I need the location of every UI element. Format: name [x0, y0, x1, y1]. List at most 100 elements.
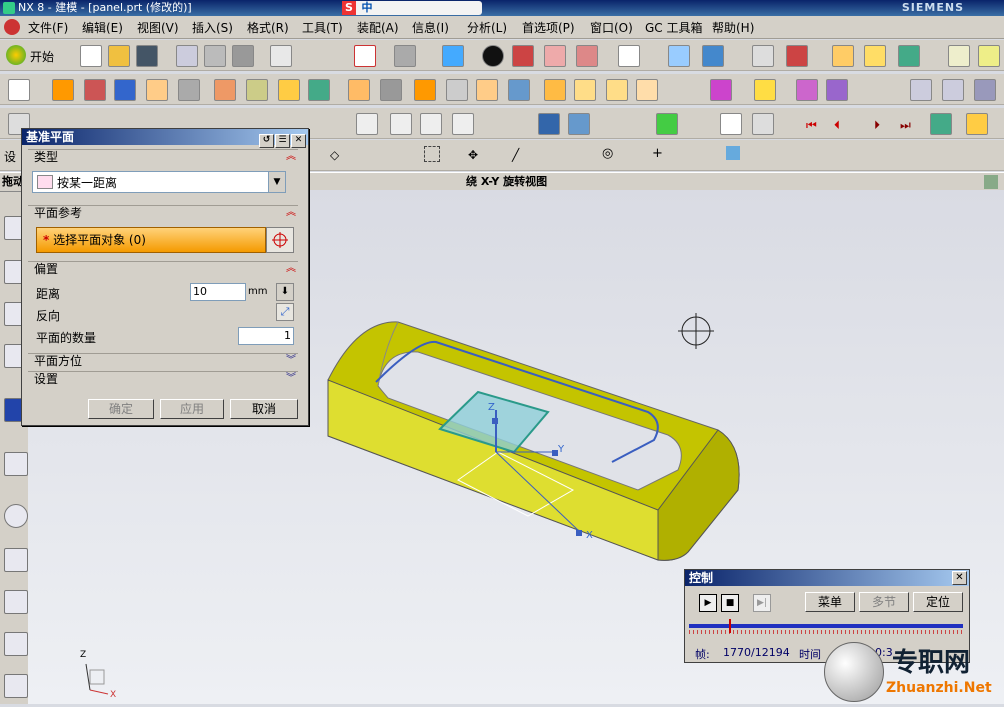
wireframe-icon[interactable]: [544, 45, 566, 67]
table-icon[interactable]: [720, 113, 742, 135]
ime-toolbar[interactable]: S 中: [342, 1, 482, 15]
snap-plus-icon[interactable]: +: [652, 146, 663, 161]
snap-end-icon[interactable]: ╱: [512, 148, 519, 162]
spring-icon[interactable]: [568, 113, 590, 135]
background-icon[interactable]: [618, 45, 640, 67]
settings-expand-chevron-icon[interactable]: ︾: [286, 372, 296, 386]
menu-preferences[interactable]: 首选项(P): [522, 19, 575, 36]
menu-tools[interactable]: 工具(T): [302, 19, 343, 36]
undo-icon[interactable]: [270, 45, 292, 67]
play-button-icon[interactable]: ▶: [699, 594, 717, 612]
ime-mode[interactable]: 中: [362, 1, 373, 14]
gs-icon[interactable]: [356, 113, 378, 135]
settings-section[interactable]: 设置 ︾: [28, 371, 298, 386]
datum-plane-icon[interactable]: [754, 79, 776, 101]
web-browser-icon[interactable]: [4, 452, 28, 476]
menu-window[interactable]: 窗口(O): [590, 19, 633, 36]
start-icon[interactable]: [6, 45, 26, 65]
dialog-reset-icon[interactable]: ↺: [259, 134, 274, 148]
menu-format[interactable]: 格式(R): [247, 19, 289, 36]
distance-menu-icon[interactable]: ⬇: [276, 283, 294, 301]
sketch-icon[interactable]: [8, 79, 30, 101]
type-dropdown[interactable]: 按某一距离 ▼: [32, 171, 286, 193]
chevron-down-icon[interactable]: ▼: [268, 172, 285, 192]
roles-icon[interactable]: [4, 674, 28, 698]
menu-nx-icon[interactable]: [4, 19, 20, 35]
axis-icon[interactable]: [752, 113, 774, 135]
timeline-marker[interactable]: [729, 619, 731, 633]
snap-circle-icon[interactable]: ◎: [602, 146, 613, 161]
draft-icon[interactable]: [414, 79, 436, 101]
menu-insert[interactable]: 插入(S): [192, 19, 233, 36]
unite-icon[interactable]: [308, 79, 330, 101]
chamfer-icon[interactable]: [348, 79, 370, 101]
move-icon[interactable]: [702, 45, 724, 67]
apply-button[interactable]: 应用: [160, 399, 224, 419]
cancel-button[interactable]: 取消: [230, 399, 298, 419]
section-icon[interactable]: [512, 45, 534, 67]
datum-plane-dialog[interactable]: 基准平面 ↺ ☰ ✕ 类型 ︽ 按某一距离 ▼ 平面参考 ︽ * 选择平面对象 (0) …: [21, 128, 309, 426]
surface-icon[interactable]: [910, 79, 932, 101]
snap-icon[interactable]: ◇: [330, 148, 339, 162]
new-file-icon[interactable]: [80, 45, 102, 67]
orient-icon[interactable]: [668, 45, 690, 67]
through-curves-icon[interactable]: [574, 79, 596, 101]
point-icon[interactable]: [710, 79, 732, 101]
control-title-bar[interactable]: 控制 ✕: [685, 570, 969, 586]
angle-icon[interactable]: [978, 45, 1000, 67]
locate-button[interactable]: 定位: [913, 592, 963, 612]
render-style-icon[interactable]: [394, 45, 416, 67]
clip-icon[interactable]: [576, 45, 598, 67]
dialog-collapse-icon[interactable]: ☰: [275, 134, 290, 148]
rewind-icon[interactable]: ⏮: [806, 118, 817, 133]
fast-forward-icon[interactable]: ⏭: [900, 118, 911, 133]
ruler-icon[interactable]: [948, 45, 970, 67]
ok-button[interactable]: 确定: [88, 399, 154, 419]
menu-file[interactable]: 文件(F): [28, 19, 68, 36]
edge-blend-icon[interactable]: [380, 79, 402, 101]
os-icon[interactable]: [390, 113, 412, 135]
plane-selector-button[interactable]: [266, 227, 294, 253]
oh-icon[interactable]: [452, 113, 474, 135]
snap-cube-icon[interactable]: [726, 146, 740, 160]
wcs-icon[interactable]: [786, 45, 808, 67]
select-plane-object[interactable]: * 选择平面对象 (0): [36, 227, 266, 253]
offset-face-icon[interactable]: [476, 79, 498, 101]
cylinder-db-icon[interactable]: [538, 113, 560, 135]
stop-button-icon[interactable]: ■: [721, 594, 739, 612]
cylinder-icon[interactable]: [146, 79, 168, 101]
system-materials-icon[interactable]: [4, 548, 28, 572]
snap-point-icon[interactable]: ✥: [468, 148, 478, 162]
cone-icon[interactable]: [178, 79, 200, 101]
fit-view-icon[interactable]: [354, 45, 376, 67]
check-icon[interactable]: [656, 113, 678, 135]
cut-icon[interactable]: [176, 45, 198, 67]
menu-gc-toolbox[interactable]: GC 工具箱: [645, 19, 703, 36]
step-forward-icon[interactable]: ⏵: [874, 118, 880, 133]
offset-collapse-chevron-icon[interactable]: ︽: [286, 262, 296, 276]
measure-icon[interactable]: [832, 45, 854, 67]
render-sphere-icon[interactable]: [482, 45, 504, 67]
palette-icon[interactable]: [4, 590, 28, 614]
menu-view[interactable]: 视图(V): [137, 19, 179, 36]
control-close-icon[interactable]: ✕: [952, 571, 967, 585]
menu-assembly[interactable]: 装配(A): [357, 19, 399, 36]
menu-analysis[interactable]: 分析(L): [467, 19, 507, 36]
process-studio-icon[interactable]: [4, 632, 28, 656]
analysis-icon[interactable]: [864, 45, 886, 67]
menu-help[interactable]: 帮助(H): [712, 19, 754, 36]
datum-csys-icon[interactable]: [796, 79, 818, 101]
orientation-expand-chevron-icon[interactable]: ︾: [286, 354, 296, 368]
orientation-section[interactable]: 平面方位 ︾: [28, 353, 298, 368]
open-folder-icon[interactable]: [108, 45, 130, 67]
boss-icon[interactable]: [214, 79, 236, 101]
hole-icon[interactable]: [246, 79, 268, 101]
flash-icon[interactable]: [966, 113, 988, 135]
start-button[interactable]: 开始: [30, 48, 54, 65]
multi-section-button[interactable]: 多节: [859, 592, 909, 612]
step-back-icon[interactable]: ⏴: [834, 118, 840, 133]
history-clock-icon[interactable]: [4, 504, 28, 528]
copy-icon[interactable]: [204, 45, 226, 67]
menu-edit[interactable]: 编辑(E): [82, 19, 123, 36]
reference-collapse-chevron-icon[interactable]: ︽: [286, 206, 296, 220]
